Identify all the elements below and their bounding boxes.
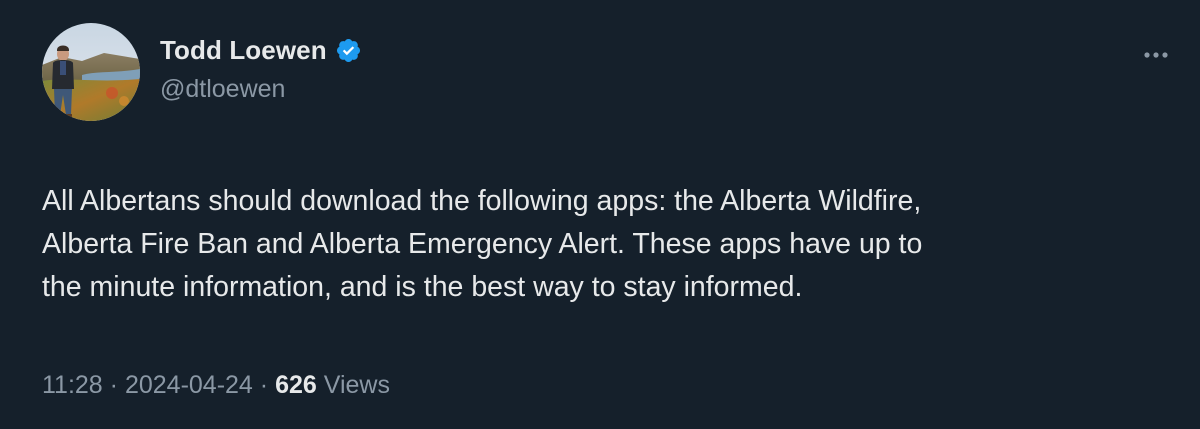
tweet-card: Todd Loewen @dtloewen All Albertans shou… [0, 0, 1200, 429]
author-handle[interactable]: @dtloewen [160, 75, 362, 104]
tweet-time[interactable]: 11:28 [42, 371, 103, 399]
more-options-icon[interactable] [1138, 40, 1174, 70]
profile-photo-icon [42, 23, 140, 121]
verified-badge-icon[interactable] [335, 37, 362, 64]
views-label[interactable]: Views [324, 371, 390, 399]
tweet-meta: 11:28 · 2024-04-24 · 626 Views [42, 371, 390, 400]
tweet-text: All Albertans should download the follow… [42, 185, 923, 303]
meta-separator: · [259, 371, 269, 399]
meta-separator: · [109, 371, 118, 399]
author-identity: Todd Loewen @dtloewen [160, 30, 362, 104]
avatar[interactable] [42, 23, 140, 121]
name-row: Todd Loewen [160, 30, 362, 70]
tweet-date[interactable]: 2024-04-24 [125, 371, 253, 399]
display-name[interactable]: Todd Loewen [160, 35, 327, 66]
views-count[interactable]: 626 [275, 371, 317, 399]
